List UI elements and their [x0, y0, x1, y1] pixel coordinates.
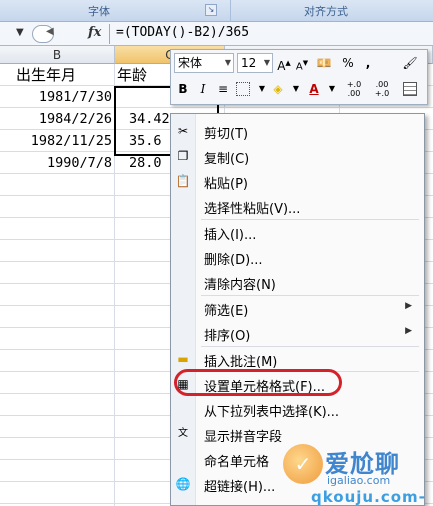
font-size-value: 12	[241, 56, 257, 70]
font-name-select[interactable]: 宋体 ▼	[174, 53, 234, 73]
menu-item-label: 命名单元格	[204, 455, 270, 470]
menu-item-label: 删除(D)...	[204, 253, 263, 268]
menu-item-label: 剪切(T)	[204, 127, 249, 142]
name-box-dropdown-icon[interactable]: ▼	[16, 27, 24, 38]
center-align-button[interactable]: ≡	[214, 80, 232, 98]
mini-toolbar: 宋体 ▼ 12 ▼ A▲ A▼ 💴 % , 🖌 B I ≡ ▼ ◈ ▼ A ▼ …	[170, 49, 428, 105]
font-size-select[interactable]: 12 ▼	[237, 53, 273, 73]
increase-decimal-button[interactable]: +.0 .00	[341, 80, 367, 98]
menu-item-filter[interactable]: 筛选(E) ▶	[171, 296, 424, 321]
menu-item-label: 选择性粘贴(V)...	[204, 202, 301, 217]
border-icon[interactable]	[236, 82, 250, 96]
font-dialog-launcher-icon[interactable]: ↘	[205, 4, 217, 16]
watermark-logo: ✓	[283, 444, 323, 484]
insert-function-button[interactable]: fx	[88, 25, 101, 40]
cell-b1[interactable]: 出生年月	[0, 64, 114, 86]
accounting-format-icon[interactable]: 💴	[315, 54, 333, 72]
cell-b2[interactable]: 1981/7/30	[0, 86, 114, 108]
menu-item-label: 筛选(E)	[204, 304, 249, 319]
copy-icon: ❐	[177, 149, 189, 163]
comma-style-button[interactable]: ,	[359, 54, 377, 72]
menu-item-insert[interactable]: 插入(I)...	[171, 220, 424, 245]
formula-bar-divider	[109, 24, 110, 44]
menu-item-label: 清除内容(N)	[204, 278, 276, 293]
ribbon-strip: 字体 ↘ 对齐方式	[0, 0, 433, 22]
merge-center-icon[interactable]	[403, 82, 417, 96]
alignment-group-label: 对齐方式	[304, 5, 348, 18]
menu-item-label: 排序(O)	[204, 329, 251, 344]
watermark: ✓ 爱尬聊 igaliao.com qkouju.com-	[283, 430, 433, 506]
menu-item-label: 粘贴(P)	[204, 177, 248, 192]
chevron-down-icon[interactable]: ▼	[323, 80, 341, 98]
cell-b5[interactable]: 1990/7/8	[0, 152, 114, 174]
shrink-font-icon[interactable]: A▼	[293, 54, 311, 72]
watermark-url-secondary: qkouju.com-	[311, 488, 426, 506]
formula-bar-resize-handle[interactable]: ◀	[32, 25, 54, 43]
scissors-icon: ✂	[177, 124, 189, 138]
comment-icon: ▬	[177, 352, 189, 366]
menu-item-label: 复制(C)	[204, 152, 250, 167]
fill-color-icon[interactable]: ◈	[269, 80, 287, 98]
cell-b4[interactable]: 1982/11/25	[0, 130, 114, 152]
ribbon-divider	[230, 0, 231, 22]
bold-button[interactable]: B	[174, 80, 192, 98]
format-painter-icon[interactable]: 🖌	[401, 54, 419, 72]
submenu-arrow-icon: ▶	[405, 326, 412, 336]
decrease-decimal-button[interactable]: .00 +.0	[369, 80, 395, 98]
paste-icon: 📋	[175, 174, 191, 188]
menu-item-delete[interactable]: 删除(D)...	[171, 245, 424, 270]
menu-item-label: 插入(I)...	[204, 228, 257, 243]
menu-item-label: 显示拼音字段	[204, 430, 283, 445]
hyperlink-icon: 🌐	[175, 477, 191, 491]
font-group-label: 字体	[88, 5, 110, 18]
watermark-url: igaliao.com	[327, 474, 391, 487]
highlight-annotation	[174, 369, 342, 396]
menu-item-paste-special[interactable]: 选择性粘贴(V)...	[171, 194, 424, 219]
menu-item-copy[interactable]: ❐ 复制(C)	[171, 144, 424, 169]
font-name-value: 宋体	[178, 56, 203, 70]
italic-button[interactable]: I	[194, 80, 212, 98]
cell-b3[interactable]: 1984/2/26	[0, 108, 114, 130]
menu-item-pick-from-list[interactable]: 从下拉列表中选择(K)...	[171, 397, 424, 422]
formula-input[interactable]: =(TODAY()-B2)/365	[116, 25, 249, 40]
font-color-icon[interactable]: A	[305, 80, 323, 98]
chevron-down-icon[interactable]: ▼	[287, 80, 305, 98]
menu-item-label: 插入批注(M)	[204, 355, 278, 370]
menu-item-label: 超链接(H)...	[204, 480, 276, 495]
menu-item-clear-contents[interactable]: 清除内容(N)	[171, 270, 424, 295]
chevron-down-icon: ▼	[263, 58, 270, 67]
grow-font-icon[interactable]: A▲	[275, 54, 293, 73]
formula-bar: ▼ ◀ fx =(TODAY()-B2)/365	[0, 22, 433, 46]
menu-item-cut[interactable]: ✂ 剪切(T)	[171, 119, 424, 144]
phonetic-icon: 文	[178, 428, 188, 439]
menu-item-sort[interactable]: 排序(O) ▶	[171, 321, 424, 346]
chevron-down-icon: ▼	[224, 58, 231, 67]
submenu-arrow-icon: ▶	[405, 301, 412, 311]
chevron-left-icon: ◀	[46, 26, 54, 37]
column-header-b[interactable]: B	[0, 46, 115, 64]
menu-item-label: 从下拉列表中选择(K)...	[204, 405, 340, 420]
menu-item-paste[interactable]: 📋 粘贴(P)	[171, 169, 424, 194]
percent-style-button[interactable]: %	[339, 54, 357, 72]
